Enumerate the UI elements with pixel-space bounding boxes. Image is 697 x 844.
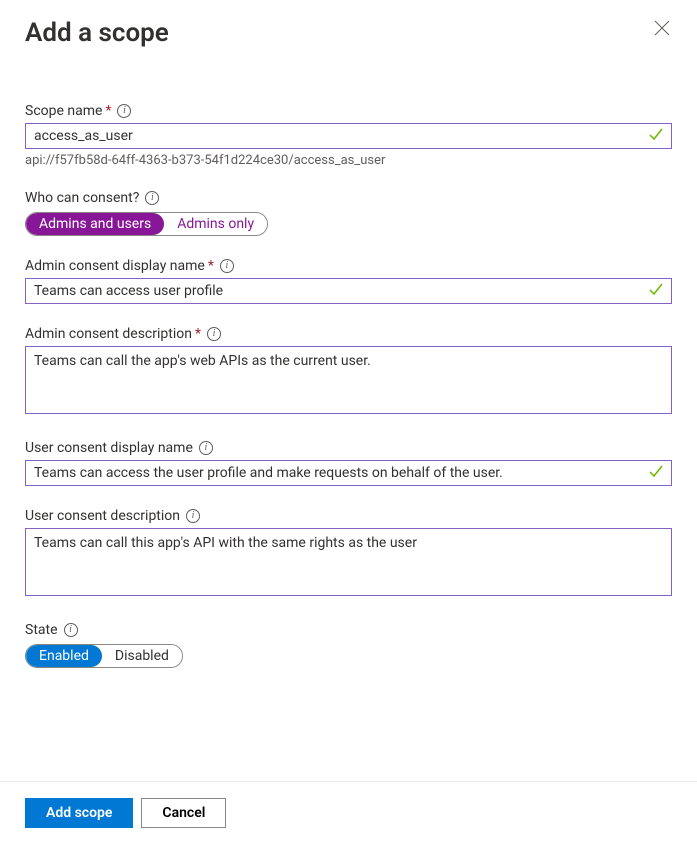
state-enabled[interactable]: Enabled <box>26 645 102 667</box>
close-icon[interactable] <box>652 18 672 42</box>
who-can-consent-toggle: Admins and users Admins only <box>25 212 268 236</box>
info-icon[interactable]: i <box>207 327 221 341</box>
cancel-button[interactable]: Cancel <box>141 798 226 828</box>
user-description-label: User consent description <box>25 508 180 524</box>
scope-name-input[interactable] <box>25 123 672 149</box>
admin-display-name-input[interactable] <box>25 278 672 304</box>
required-indicator: * <box>105 103 111 119</box>
scope-name-hint: api://f57fb58d-64ff-4363-b373-54f1d224ce… <box>25 153 672 168</box>
consent-admins-and-users[interactable]: Admins and users <box>26 213 164 235</box>
state-label: State <box>25 622 58 638</box>
state-disabled[interactable]: Disabled <box>102 645 182 667</box>
required-indicator: * <box>195 326 201 342</box>
required-indicator: * <box>208 258 214 274</box>
add-scope-button[interactable]: Add scope <box>25 798 133 828</box>
info-icon[interactable]: i <box>145 191 159 205</box>
info-icon[interactable]: i <box>117 104 131 118</box>
who-can-consent-label: Who can consent? <box>25 190 139 206</box>
user-display-name-input[interactable] <box>25 460 672 486</box>
info-icon[interactable]: i <box>186 509 200 523</box>
check-icon <box>648 126 664 146</box>
check-icon <box>648 463 664 483</box>
consent-admins-only[interactable]: Admins only <box>164 213 267 235</box>
state-toggle: Enabled Disabled <box>25 644 183 668</box>
info-icon[interactable]: i <box>220 259 234 273</box>
panel-title: Add a scope <box>25 18 169 48</box>
info-icon[interactable]: i <box>199 441 213 455</box>
user-display-name-label: User consent display name <box>25 440 193 456</box>
check-icon <box>648 281 664 301</box>
scope-name-label: Scope name <box>25 103 102 119</box>
admin-display-name-label: Admin consent display name <box>25 258 205 274</box>
user-description-input[interactable] <box>25 528 672 596</box>
admin-description-input[interactable] <box>25 346 672 414</box>
info-icon[interactable]: i <box>64 623 78 637</box>
admin-description-label: Admin consent description <box>25 326 192 342</box>
